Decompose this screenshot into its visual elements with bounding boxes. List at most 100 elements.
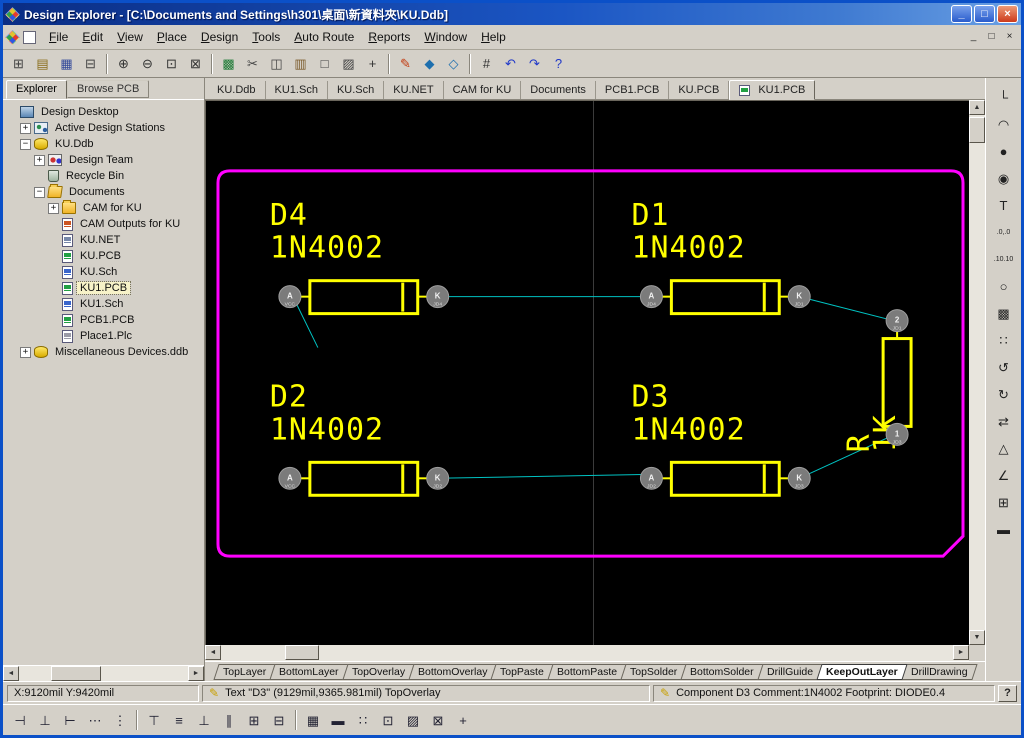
component-placement-button[interactable]: ▨ bbox=[401, 709, 425, 732]
scroll-up-icon[interactable]: ▲ bbox=[969, 100, 985, 115]
arrange-room-button[interactable]: ▬ bbox=[326, 709, 350, 732]
tree-item-active-design-stations[interactable]: +Active Design Stations bbox=[6, 120, 204, 136]
close-button[interactable]: × bbox=[997, 5, 1018, 23]
layer-tab-toppaste[interactable]: TopPaste bbox=[491, 664, 554, 680]
space-equal-button[interactable]: ∥ bbox=[217, 709, 241, 732]
zoom-document-button[interactable]: ⊠ bbox=[184, 53, 207, 75]
arrange-components-button[interactable]: ▦ bbox=[301, 709, 325, 732]
tree-item-pcb1-pcb[interactable]: PCB1.PCB bbox=[6, 312, 204, 328]
menu-tools[interactable]: Tools bbox=[245, 27, 287, 47]
pad-R-2[interactable]: 2JD1 bbox=[886, 310, 908, 332]
tree-item-ku-ddb[interactable]: −KU.Ddb bbox=[6, 136, 204, 152]
via-tool[interactable]: ◉ bbox=[991, 167, 1017, 189]
decrease-spacing-button[interactable]: ⊟ bbox=[267, 709, 291, 732]
layer-tab-topsolder[interactable]: TopSolder bbox=[621, 664, 687, 680]
align-left-button[interactable]: ⊣ bbox=[8, 709, 32, 732]
distribute-horizontal-button[interactable]: ⋯ bbox=[83, 709, 107, 732]
measure-tool[interactable]: ∠ bbox=[991, 464, 1017, 486]
menu-place[interactable]: Place bbox=[150, 27, 194, 47]
align-bottom-button[interactable]: ⊥ bbox=[192, 709, 216, 732]
expand-icon[interactable]: + bbox=[20, 123, 31, 134]
child-restore-button[interactable]: □ bbox=[983, 30, 1000, 45]
doc-tab-ku1-pcb[interactable]: KU1.PCB bbox=[729, 80, 815, 100]
array-tool[interactable]: ∷ bbox=[991, 329, 1017, 351]
pcb-canvas[interactable]: D41N4002AVCCKJD4D11N4002AJD4KJD1D21N4002… bbox=[206, 101, 969, 645]
horizontal-scroll-track[interactable] bbox=[221, 645, 953, 661]
pad-D2-A[interactable]: AVCC bbox=[279, 467, 301, 489]
scroll-down-icon[interactable]: ▼ bbox=[969, 630, 985, 645]
pad-D1-K[interactable]: KJD1 bbox=[788, 286, 810, 308]
help-button[interactable]: ? bbox=[547, 53, 570, 75]
vertical-scroll-thumb[interactable] bbox=[969, 117, 985, 143]
polygon-tool[interactable]: △ bbox=[991, 437, 1017, 459]
string-tool[interactable]: T bbox=[991, 194, 1017, 216]
pcb-editor-canvas[interactable]: D41N4002AVCCKJD4D11N4002AJD4KJD1D21N4002… bbox=[205, 100, 969, 645]
undo-button[interactable]: ↶ bbox=[499, 53, 522, 75]
canvas-vertical-scrollbar[interactable]: ▲ ▼ bbox=[969, 100, 985, 645]
drc-online-button[interactable]: ◆ bbox=[418, 53, 441, 75]
expand-icon[interactable]: + bbox=[34, 155, 45, 166]
doc-tab-cam-for-ku[interactable]: CAM for KU bbox=[444, 81, 522, 99]
open-document-button[interactable]: ▤ bbox=[31, 53, 54, 75]
align-right-button[interactable]: ⊢ bbox=[58, 709, 82, 732]
tree-item-recycle-bin[interactable]: Recycle Bin bbox=[6, 168, 204, 184]
context-help-button[interactable]: ? bbox=[998, 685, 1017, 702]
paste-array-tool[interactable]: ⊞ bbox=[991, 491, 1017, 513]
dimension-tool[interactable]: .10.10 bbox=[991, 248, 1017, 270]
tree-item-ku-pcb[interactable]: KU.PCB bbox=[6, 248, 204, 264]
drc-off-button[interactable]: ◇ bbox=[442, 53, 465, 75]
expand-icon[interactable]: + bbox=[20, 347, 31, 358]
layer-tab-topoverlay[interactable]: TopOverlay bbox=[342, 664, 414, 680]
layer-tab-keepoutlayer[interactable]: KeepOutLayer bbox=[817, 664, 908, 680]
tree-item-design-team[interactable]: +Design Team bbox=[6, 152, 204, 168]
snapshot-button[interactable]: ▩ bbox=[217, 53, 240, 75]
layer-tab-drilldrawing[interactable]: DrillDrawing bbox=[901, 664, 977, 680]
menu-design[interactable]: Design bbox=[194, 27, 245, 47]
canvas-horizontal-scrollbar[interactable]: ◄ ► bbox=[205, 645, 969, 661]
tree-item-ku1-pcb[interactable]: KU1.PCB bbox=[6, 280, 204, 296]
grid-button[interactable]: # bbox=[475, 53, 498, 75]
doc-tab-ku-sch[interactable]: KU.Sch bbox=[328, 81, 384, 99]
array-place-button[interactable]: ∷ bbox=[351, 709, 375, 732]
paste-button[interactable]: ▥ bbox=[289, 53, 312, 75]
collapse-icon[interactable]: − bbox=[20, 139, 31, 150]
scroll-right-icon[interactable]: ► bbox=[953, 645, 969, 660]
panel-tab-explorer[interactable]: Explorer bbox=[6, 80, 67, 99]
edit-pencil-button[interactable]: ✎ bbox=[394, 53, 417, 75]
tree-item-documents[interactable]: −Documents bbox=[6, 184, 204, 200]
menu-window[interactable]: Window bbox=[417, 27, 474, 47]
grid-snap-button[interactable]: + bbox=[451, 709, 475, 732]
tree-item-cam-outputs-for-ku[interactable]: CAM Outputs for KU bbox=[6, 216, 204, 232]
menu-edit[interactable]: Edit bbox=[75, 27, 110, 47]
menu-help[interactable]: Help bbox=[474, 27, 513, 47]
rotate-ccw-tool[interactable]: ↺ bbox=[991, 356, 1017, 378]
layer-tab-toplayer[interactable]: TopLayer bbox=[213, 664, 275, 680]
move-to-grid-button[interactable]: ⊡ bbox=[376, 709, 400, 732]
minimize-button[interactable]: _ bbox=[951, 5, 972, 23]
horizontal-scroll-thumb[interactable] bbox=[285, 645, 319, 660]
doc-tab-pcb1-pcb[interactable]: PCB1.PCB bbox=[596, 81, 669, 99]
design-manager-button[interactable]: ⊞ bbox=[7, 53, 30, 75]
doc-tab-ku-pcb[interactable]: KU.PCB bbox=[669, 81, 729, 99]
menu-auto-route[interactable]: Auto Route bbox=[287, 27, 361, 47]
pad-R-1[interactable]: 1JD3 bbox=[886, 423, 908, 445]
deselect-button[interactable]: ▨ bbox=[337, 53, 360, 75]
save-button[interactable]: ▦ bbox=[55, 53, 78, 75]
menu-file[interactable]: File bbox=[42, 27, 75, 47]
maximize-button[interactable]: □ bbox=[974, 5, 995, 23]
tree-item-place1-plc[interactable]: Place1.Plc bbox=[6, 328, 204, 344]
doc-tab-ku-ddb[interactable]: KU.Ddb bbox=[208, 81, 266, 99]
tree-item-ku-net[interactable]: KU.NET bbox=[6, 232, 204, 248]
scroll-left-icon[interactable]: ◄ bbox=[205, 645, 221, 660]
interactive-routing-tool[interactable]: └ bbox=[991, 86, 1017, 108]
tree-item-ku1-sch[interactable]: KU1.Sch bbox=[6, 296, 204, 312]
align-top-button[interactable]: ⊤ bbox=[142, 709, 166, 732]
pad-D1-A[interactable]: AJD4 bbox=[640, 286, 662, 308]
expand-icon[interactable]: + bbox=[48, 203, 59, 214]
doc-tab-ku-net[interactable]: KU.NET bbox=[384, 81, 443, 99]
room-tool[interactable]: ▬ bbox=[991, 518, 1017, 540]
menu-reports[interactable]: Reports bbox=[361, 27, 417, 47]
coordinate-tool[interactable]: .0,.0 bbox=[991, 221, 1017, 243]
pad-D2-K[interactable]: KJD2 bbox=[427, 467, 449, 489]
layer-tab-bottomlayer[interactable]: BottomLayer bbox=[270, 664, 349, 680]
